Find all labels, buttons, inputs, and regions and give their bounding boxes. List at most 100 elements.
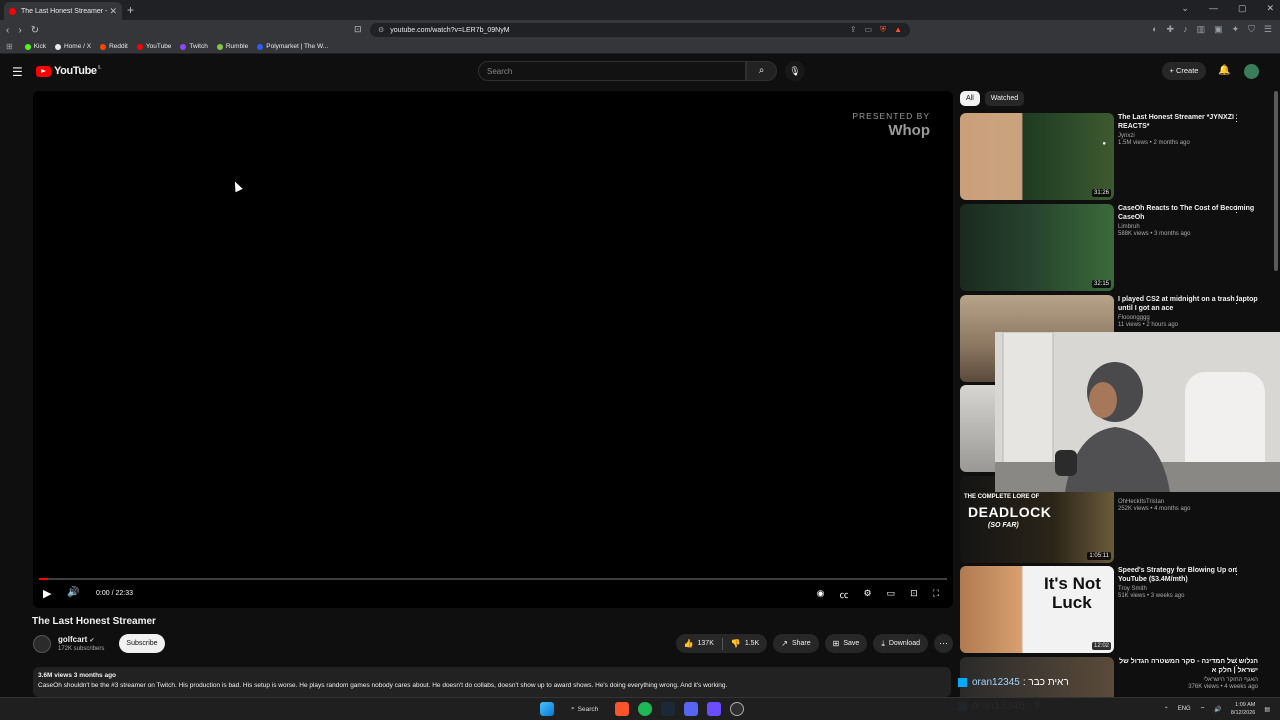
tab-search-icon[interactable]: ⌄: [1181, 3, 1189, 14]
verified-icon: ✔: [89, 638, 95, 644]
recommendation-item[interactable]: It's Not Luck 12:02 Speed's Strategy for…: [960, 566, 1275, 653]
subscribe-button[interactable]: Subscribe: [119, 634, 165, 653]
recommendation-item[interactable]: ● 31:26 The Last Honest Streamer *JYNXZI…: [960, 113, 1275, 200]
spotify-icon[interactable]: [638, 702, 653, 716]
thumbnail-text: It's Not: [1044, 574, 1101, 593]
channel-name-row[interactable]: golfcart ✔: [58, 635, 94, 644]
rumble-icon: [216, 43, 223, 50]
close-window-icon[interactable]: ✕: [1266, 3, 1274, 14]
guide-menu-icon[interactable]: ☰: [12, 65, 23, 79]
recommendation-thumbnail[interactable]: 32:15: [960, 204, 1114, 291]
youtube-logo[interactable]: YouTube IL: [36, 65, 102, 77]
reload-icon[interactable]: ↻: [31, 25, 39, 36]
bookmark-polymarket[interactable]: Polymarket | The W...: [257, 43, 328, 50]
bookmark-kick[interactable]: Kick: [24, 43, 46, 50]
leo-icon[interactable]: ✦: [1232, 24, 1240, 35]
theater-mode-icon[interactable]: ▭: [887, 588, 896, 601]
maximize-icon[interactable]: ▢: [1238, 3, 1247, 14]
video-player[interactable]: PRESENTED BY Whop ▶ 🔊 0:00 / 22:33 ◉ ㏄ ⚙…: [33, 91, 953, 608]
discord-icon[interactable]: [684, 702, 699, 716]
autoplay-toggle-icon[interactable]: ◉: [817, 588, 825, 601]
chip-all[interactable]: All: [960, 91, 980, 106]
search-button[interactable]: ⌕: [746, 61, 777, 81]
recommendation-meta: 1.5M views • 2 months ago: [1118, 140, 1190, 146]
tray-volume-icon[interactable]: 🔊: [1214, 706, 1221, 713]
brave-rewards-icon[interactable]: ▲: [894, 25, 902, 35]
duration-badge: 1:05:11: [1087, 552, 1111, 560]
windows-taskbar: ⌕ Search ⌃ ENG ⌔ 🔊 1:09 AM 8/12/2026 ▤: [0, 697, 1280, 720]
bookmark-youtube[interactable]: YouTube: [136, 43, 171, 50]
youtube-icon: [136, 43, 143, 50]
app-icon[interactable]: [707, 702, 722, 716]
obs-icon[interactable]: [730, 702, 745, 716]
page-scrollbar[interactable]: [1274, 91, 1278, 271]
notifications-bell-icon[interactable]: 🔔: [1218, 65, 1230, 76]
bookmark-page-icon[interactable]: ⊡: [354, 24, 362, 35]
menu-icon[interactable]: ☰: [1264, 24, 1272, 35]
tray-lang[interactable]: ENG: [1178, 706, 1191, 712]
description-box[interactable]: 3.6M views 3 months ago CaseOh shouldn't…: [33, 667, 951, 697]
share-button[interactable]: ↗ Share: [773, 634, 819, 653]
create-button[interactable]: + Create: [1162, 62, 1206, 80]
bookmark-twitch[interactable]: Twitch: [180, 43, 208, 50]
steam-icon[interactable]: [661, 702, 676, 716]
recommendation-thumbnail[interactable]: ● 31:26: [960, 113, 1114, 200]
play-icon[interactable]: ▶: [43, 587, 51, 600]
recommendation-thumbnail[interactable]: It's Not Luck 12:02: [960, 566, 1114, 653]
browser-tab-active[interactable]: The Last Honest Streamer - YouTube ✕: [4, 2, 122, 20]
notification-center-icon[interactable]: ▤: [1264, 706, 1270, 713]
new-tab-icon[interactable]: +: [127, 3, 134, 17]
more-options-icon[interactable]: ⋮: [1232, 113, 1241, 124]
tray-network-icon[interactable]: ⌔: [1200, 705, 1206, 713]
close-tab-icon[interactable]: ✕: [109, 6, 117, 17]
save-button[interactable]: ⊞ Save: [824, 634, 868, 653]
voice-search-button[interactable]: 🎙: [785, 61, 805, 81]
more-options-icon[interactable]: ⋮: [1232, 295, 1241, 306]
wallet-icon[interactable]: ▣: [1214, 24, 1223, 35]
minimize-icon[interactable]: —: [1209, 3, 1218, 14]
recommendation-item[interactable]: 32:15 CaseOh Reacts to The Cost of Becom…: [960, 204, 1275, 291]
search-input[interactable]: Search: [478, 61, 746, 81]
taskbar-search[interactable]: ⌕ Search: [563, 705, 606, 713]
volume-icon[interactable]: 🔊: [67, 587, 79, 598]
vpn-icon[interactable]: ⛉: [1248, 24, 1255, 35]
description-text: CaseOh shouldn't be the #3 streamer on T…: [38, 682, 728, 689]
share-page-icon[interactable]: ⇪: [850, 25, 857, 35]
captions-icon[interactable]: ㏄: [840, 588, 849, 601]
fullscreen-icon[interactable]: ⛶: [933, 588, 939, 601]
brave-shield-icon[interactable]: ⛨: [880, 25, 886, 35]
download-button[interactable]: ⤓ Download: [873, 634, 928, 653]
x-icon: [54, 43, 61, 50]
music-icon[interactable]: ♪: [1183, 24, 1188, 35]
channel-avatar[interactable]: [33, 635, 51, 653]
bookmark-reddit[interactable]: Reddit: [100, 43, 128, 50]
site-info-icon[interactable]: ⚙: [378, 26, 384, 34]
bookmark-rumble[interactable]: Rumble: [216, 43, 248, 50]
reddit-icon: [100, 43, 107, 50]
forward-icon[interactable]: ›: [18, 25, 21, 36]
more-actions-icon[interactable]: ⋯: [934, 634, 953, 653]
more-options-icon[interactable]: ⋮: [1232, 204, 1241, 215]
save-playlist-icon: ⊞: [832, 639, 840, 648]
apps-grid-icon[interactable]: ⊞: [6, 42, 13, 51]
back-icon[interactable]: ‹: [6, 25, 9, 36]
bookmark-x[interactable]: Home / X: [54, 43, 91, 50]
tray-overflow-icon[interactable]: ⌃: [1164, 706, 1169, 713]
account-avatar[interactable]: [1244, 64, 1259, 79]
dislike-button[interactable]: 👎 1.5K: [723, 634, 767, 653]
extension-icon[interactable]: ◐: [1152, 24, 1157, 35]
settings-gear-icon[interactable]: ⚙: [864, 588, 872, 601]
more-options-icon[interactable]: ⋮: [1232, 566, 1241, 577]
puzzle-icon[interactable]: ✚: [1167, 24, 1175, 35]
cast-icon[interactable]: ▭: [865, 25, 873, 35]
brave-browser-icon[interactable]: [615, 702, 630, 716]
address-bar[interactable]: ⚙ youtube.com/watch?v=LER7b_09NyM ⇪ ▭ ⛨ …: [370, 23, 910, 37]
progress-bar[interactable]: [39, 578, 947, 580]
cast-player-icon[interactable]: ⊡: [910, 588, 918, 601]
windows-start-icon[interactable]: [540, 702, 554, 716]
taskbar-clock[interactable]: 1:09 AM 8/12/2026: [1231, 701, 1255, 717]
like-button[interactable]: 👍 137K: [676, 634, 722, 653]
sidebar-icon[interactable]: ▥: [1197, 24, 1206, 35]
chip-watched[interactable]: Watched: [984, 91, 1025, 106]
more-options-icon[interactable]: ⋮: [1232, 657, 1241, 668]
